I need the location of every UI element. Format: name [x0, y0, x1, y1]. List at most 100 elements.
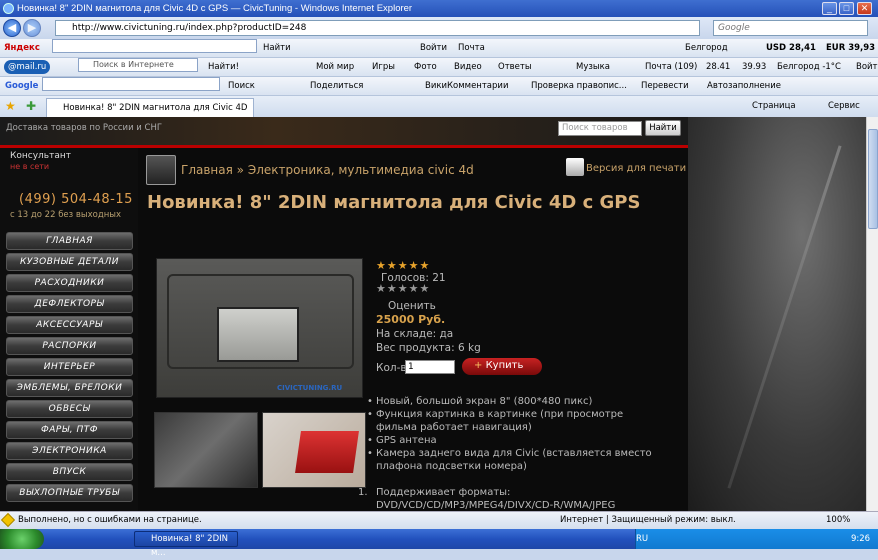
- moy-mir-link[interactable]: Мой мир: [316, 58, 354, 76]
- menu-item-emblems[interactable]: ЭМБЛЕМЫ, БРЕЛОКИ: [6, 379, 133, 397]
- add-favorites-icon[interactable]: ✚: [26, 99, 36, 113]
- start-button[interactable]: [0, 529, 44, 549]
- forward-button[interactable]: ▶: [23, 19, 41, 37]
- menu-item-struts[interactable]: РАСПОРКИ: [6, 337, 133, 355]
- menu-item-lights[interactable]: ФАРЫ, ПТФ: [6, 421, 133, 439]
- translate-button[interactable]: Перевести: [641, 77, 689, 95]
- quantity-input[interactable]: 1: [405, 360, 455, 374]
- spellcheck-button[interactable]: Проверка правопис...: [531, 77, 627, 95]
- menu-item-interior[interactable]: ИНТЕРЬЕР: [6, 358, 133, 376]
- feature-item: Камера заднего вида для Civic (вставляет…: [367, 447, 666, 473]
- clock[interactable]: 9:26: [851, 529, 870, 549]
- buy-button[interactable]: + Купить: [462, 358, 542, 375]
- google-logo: Google: [5, 81, 39, 91]
- product-content: Главная » Электроника, мультимедиа civic…: [138, 148, 688, 511]
- close-button[interactable]: ✕: [857, 2, 872, 15]
- feature-item: GPS антена: [367, 434, 666, 447]
- mailru-eur[interactable]: 39.93: [742, 58, 766, 76]
- live-search-input[interactable]: Google: [713, 20, 868, 36]
- breadcrumb-category[interactable]: Электроника, мультимедиа civic 4d: [248, 163, 474, 177]
- printer-icon[interactable]: [566, 158, 584, 176]
- mailru-login[interactable]: Войти: [856, 58, 878, 76]
- system-tray: RU 9:26: [635, 529, 878, 549]
- menu-item-accessories[interactable]: АКСЕССУАРЫ: [6, 316, 133, 334]
- taskbar-ie-window[interactable]: Новинка! 8" 2DIN м...: [134, 531, 238, 558]
- plus-icon: +: [474, 360, 486, 371]
- music-link[interactable]: Музыка: [576, 58, 610, 76]
- breadcrumb-separator: »: [236, 163, 245, 177]
- share-button[interactable]: Поделиться: [310, 77, 363, 95]
- google-search-input[interactable]: [42, 77, 220, 91]
- sidebar: Консультант не в сети (499) 504-48-15 с …: [0, 148, 138, 511]
- watermark-logo: CIVICTUNING.RU: [277, 384, 343, 392]
- menu-item-deflectors[interactable]: ДЕФЛЕКТОРЫ: [6, 295, 133, 313]
- mailru-usd[interactable]: 28.41: [706, 58, 730, 76]
- games-link[interactable]: Игры: [372, 58, 395, 76]
- window-title-bar: Новинка! 8" 2DIN магнитола для Civic 4D …: [0, 0, 878, 17]
- product-thumbnail-2[interactable]: [262, 412, 366, 488]
- wiki-comments-button[interactable]: ВикиКомментарии: [425, 77, 508, 95]
- language-indicator[interactable]: RU: [636, 529, 648, 549]
- page-menu[interactable]: Страница: [752, 101, 796, 111]
- yandex-search-input[interactable]: [52, 39, 257, 53]
- menu-item-bodykits[interactable]: ОБВЕСЫ: [6, 400, 133, 418]
- yandex-mail-button[interactable]: Почта: [458, 39, 485, 57]
- menu-item-exhaust[interactable]: ВЫХЛОПНЫЕ ТРУБЫ: [6, 484, 133, 502]
- video-link[interactable]: Видео: [454, 58, 482, 76]
- menu-item-intake[interactable]: ВПУСК: [6, 463, 133, 481]
- yandex-find-button[interactable]: Найти: [263, 39, 291, 57]
- mail-count-link[interactable]: Почта (109): [645, 58, 697, 76]
- google-search-button[interactable]: Поиск: [228, 77, 255, 95]
- mailru-find-button[interactable]: Найти!: [208, 58, 239, 76]
- formats-text: Поддерживает форматы: DVD/VCD/CD/MP3/MPE…: [376, 487, 616, 511]
- working-hours: с 13 до 22 без выходных: [10, 210, 122, 220]
- yandex-usd[interactable]: USD 28,41: [766, 39, 816, 57]
- yandex-city[interactable]: Белгород: [685, 39, 728, 57]
- favorites-star-icon[interactable]: ★: [5, 99, 16, 113]
- menu-item-consumables[interactable]: РАСХОДНИКИ: [6, 274, 133, 292]
- product-thumbnail-1[interactable]: [154, 412, 258, 488]
- menu-item-home[interactable]: ГЛАВНАЯ: [6, 232, 133, 250]
- yandex-login-button[interactable]: Войти: [420, 39, 447, 57]
- rate-label: Оценить: [388, 300, 436, 312]
- delivery-text: Доставка товаров по России и СНГ: [6, 123, 163, 133]
- ie-icon: [3, 3, 14, 14]
- security-zone: Интернет | Защищенный режим: выкл.: [560, 515, 736, 525]
- weather[interactable]: Белгород -1°C: [777, 58, 841, 76]
- category-icon[interactable]: [146, 155, 176, 185]
- tab-active[interactable]: Новинка! 8" 2DIN магнитола для Civic 4D …: [46, 98, 254, 131]
- breadcrumb-home[interactable]: Главная: [181, 163, 233, 177]
- stock-status: На складе: да: [376, 328, 454, 340]
- minimize-button[interactable]: _: [822, 2, 837, 15]
- product-main-image[interactable]: CIVICTUNING.RU: [156, 258, 363, 398]
- address-input[interactable]: http://www.civictuning.ru/index.php?prod…: [55, 20, 700, 36]
- menu-item-electronics[interactable]: ЭЛЕКТРОНИКА: [6, 442, 133, 460]
- consultant-label[interactable]: Консультант: [10, 151, 71, 161]
- product-search-input[interactable]: Поиск товаров: [558, 121, 642, 136]
- back-button[interactable]: ◀: [3, 19, 21, 37]
- list-number: 1.: [358, 487, 368, 498]
- taskbar: Новинка! 8" 2DIN м... RU 9:26: [0, 529, 878, 558]
- yandex-toolbar: Яндекс Найти Войти Почта Белгород USD 28…: [0, 39, 878, 58]
- product-weight: Вес продукта: 6 kg: [376, 342, 481, 354]
- zoom-level[interactable]: 100%: [826, 512, 850, 529]
- yandex-eur[interactable]: EUR 39,93: [826, 39, 875, 57]
- product-price: 25000 Руб.: [376, 313, 446, 326]
- product-title: Новинка! 8" 2DIN магнитола для Civic 4D …: [147, 192, 641, 213]
- product-search-button[interactable]: Найти: [645, 120, 681, 136]
- photo-link[interactable]: Фото: [414, 58, 437, 76]
- answers-link[interactable]: Ответы: [498, 58, 532, 76]
- scrollbar-thumb[interactable]: [868, 129, 878, 229]
- service-menu[interactable]: Сервис: [828, 101, 860, 111]
- warning-icon[interactable]: [0, 512, 16, 528]
- autofill-button[interactable]: Автозаполнение: [707, 77, 781, 95]
- consultant-status: не в сети: [10, 162, 50, 171]
- mailru-search-input[interactable]: Поиск в Интернете: [78, 58, 198, 72]
- feature-item: Функция картинка в картинке (при просмот…: [367, 408, 666, 434]
- maximize-button[interactable]: □: [839, 2, 854, 15]
- rate-stars[interactable]: ★★★★★: [376, 282, 430, 295]
- status-text: Выполнено, но с ошибками на странице.: [18, 515, 202, 525]
- menu-item-body-parts[interactable]: КУЗОВНЫЕ ДЕТАЛИ: [6, 253, 133, 271]
- scrollbar[interactable]: [866, 117, 878, 511]
- print-version-link[interactable]: Версия для печати: [586, 163, 686, 174]
